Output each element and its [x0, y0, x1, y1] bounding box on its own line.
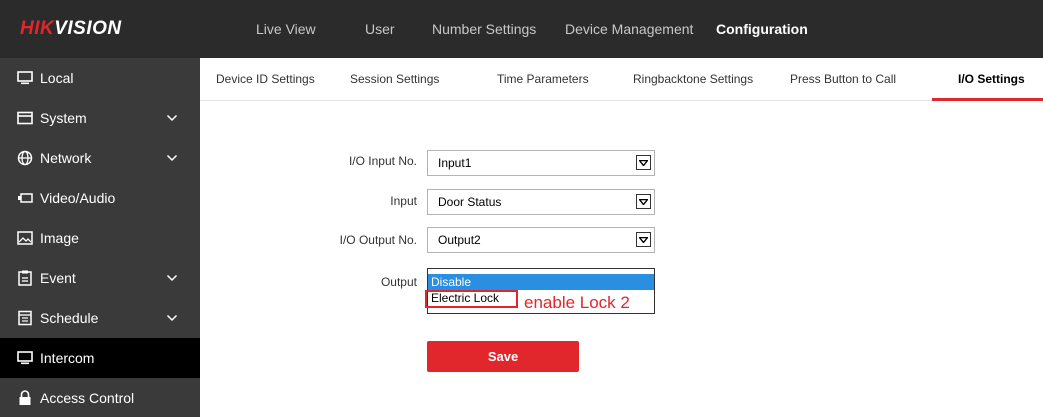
calendar-icon [16, 298, 34, 338]
io-input-no-select[interactable]: Input1 [427, 150, 655, 176]
annotation-text: enable Lock 2 [524, 293, 630, 312]
monitor-icon [16, 58, 34, 98]
chevron-down-icon [166, 138, 178, 178]
sidebar-item-label: System [40, 110, 87, 126]
monitor-icon [16, 338, 34, 378]
top-navigation-bar: HIKVISION Live View User Number Settings… [0, 0, 1043, 58]
io-output-no-label: I/O Output No. [339, 233, 417, 247]
sidebar-item-network[interactable]: Network [0, 138, 200, 178]
input-select[interactable]: Door Status [427, 189, 655, 215]
active-tab-indicator [932, 98, 1043, 101]
chevron-down-icon [166, 258, 178, 298]
sidebar-item-video-audio[interactable]: Video/Audio [0, 178, 200, 218]
image-icon [16, 218, 34, 258]
io-output-no-select[interactable]: Output2 [427, 227, 655, 253]
chevron-down-icon [636, 232, 651, 247]
sidebar-item-label: Schedule [40, 310, 99, 326]
input-label: Input [390, 194, 417, 208]
sidebar-item-system[interactable]: System [0, 98, 200, 138]
nav-number-settings[interactable]: Number Settings [432, 0, 536, 58]
hikvision-logo: HIKVISION [20, 17, 170, 41]
output-label: Output [380, 275, 417, 289]
sidebar-item-intercom[interactable]: Intercom [0, 338, 200, 378]
input-value: Door Status [438, 195, 502, 209]
chevron-down-icon [166, 298, 178, 338]
nav-user[interactable]: User [365, 0, 395, 58]
nav-live-view[interactable]: Live View [256, 0, 316, 58]
sidebar-item-local[interactable]: Local [0, 58, 200, 98]
settings-tabs: Device ID Settings Session Settings Time… [200, 58, 1043, 101]
chevron-down-icon [166, 98, 178, 138]
tab-device-id-settings[interactable]: Device ID Settings [216, 58, 315, 101]
sidebar-item-label: Intercom [40, 350, 95, 366]
chevron-down-icon [636, 155, 651, 170]
io-input-no-value: Input1 [438, 156, 472, 170]
sidebar-item-label: Access Control [40, 390, 135, 406]
tab-ringbacktone-settings[interactable]: Ringbacktone Settings [633, 58, 753, 101]
io-output-no-value: Output2 [438, 233, 481, 247]
sidebar-item-label: Video/Audio [40, 190, 116, 206]
camera-icon [16, 178, 34, 218]
sidebar-item-label: Network [40, 150, 92, 166]
tab-time-parameters[interactable]: Time Parameters [497, 58, 589, 101]
lock-icon [16, 378, 34, 417]
logo-suffix: VISION [54, 18, 122, 39]
nav-device-management[interactable]: Device Management [565, 0, 693, 58]
save-button[interactable]: Save [427, 341, 579, 372]
globe-icon [16, 138, 34, 178]
system-icon [16, 98, 34, 138]
tab-press-button-to-call[interactable]: Press Button to Call [790, 58, 896, 101]
annotation-highlight-box [425, 290, 518, 308]
chevron-down-icon [636, 194, 651, 209]
sidebar-item-label: Event [40, 270, 76, 286]
nav-configuration[interactable]: Configuration [716, 0, 808, 58]
sidebar-item-label: Image [40, 230, 79, 246]
sidebar-item-image[interactable]: Image [0, 218, 200, 258]
event-icon [16, 258, 34, 298]
sidebar-item-schedule[interactable]: Schedule [0, 298, 200, 338]
sidebar-item-access-control[interactable]: Access Control [0, 378, 200, 417]
sidebar: Local System Network Video/Audio Image E… [0, 58, 200, 417]
io-input-no-label: I/O Input No. [348, 154, 417, 168]
tab-session-settings[interactable]: Session Settings [350, 58, 439, 101]
logo-prefix: HIK [20, 18, 55, 39]
sidebar-item-event[interactable]: Event [0, 258, 200, 298]
sidebar-item-label: Local [40, 70, 74, 86]
output-option-disable[interactable]: Disable [428, 274, 654, 290]
tab-io-settings[interactable]: I/O Settings [958, 58, 1025, 101]
